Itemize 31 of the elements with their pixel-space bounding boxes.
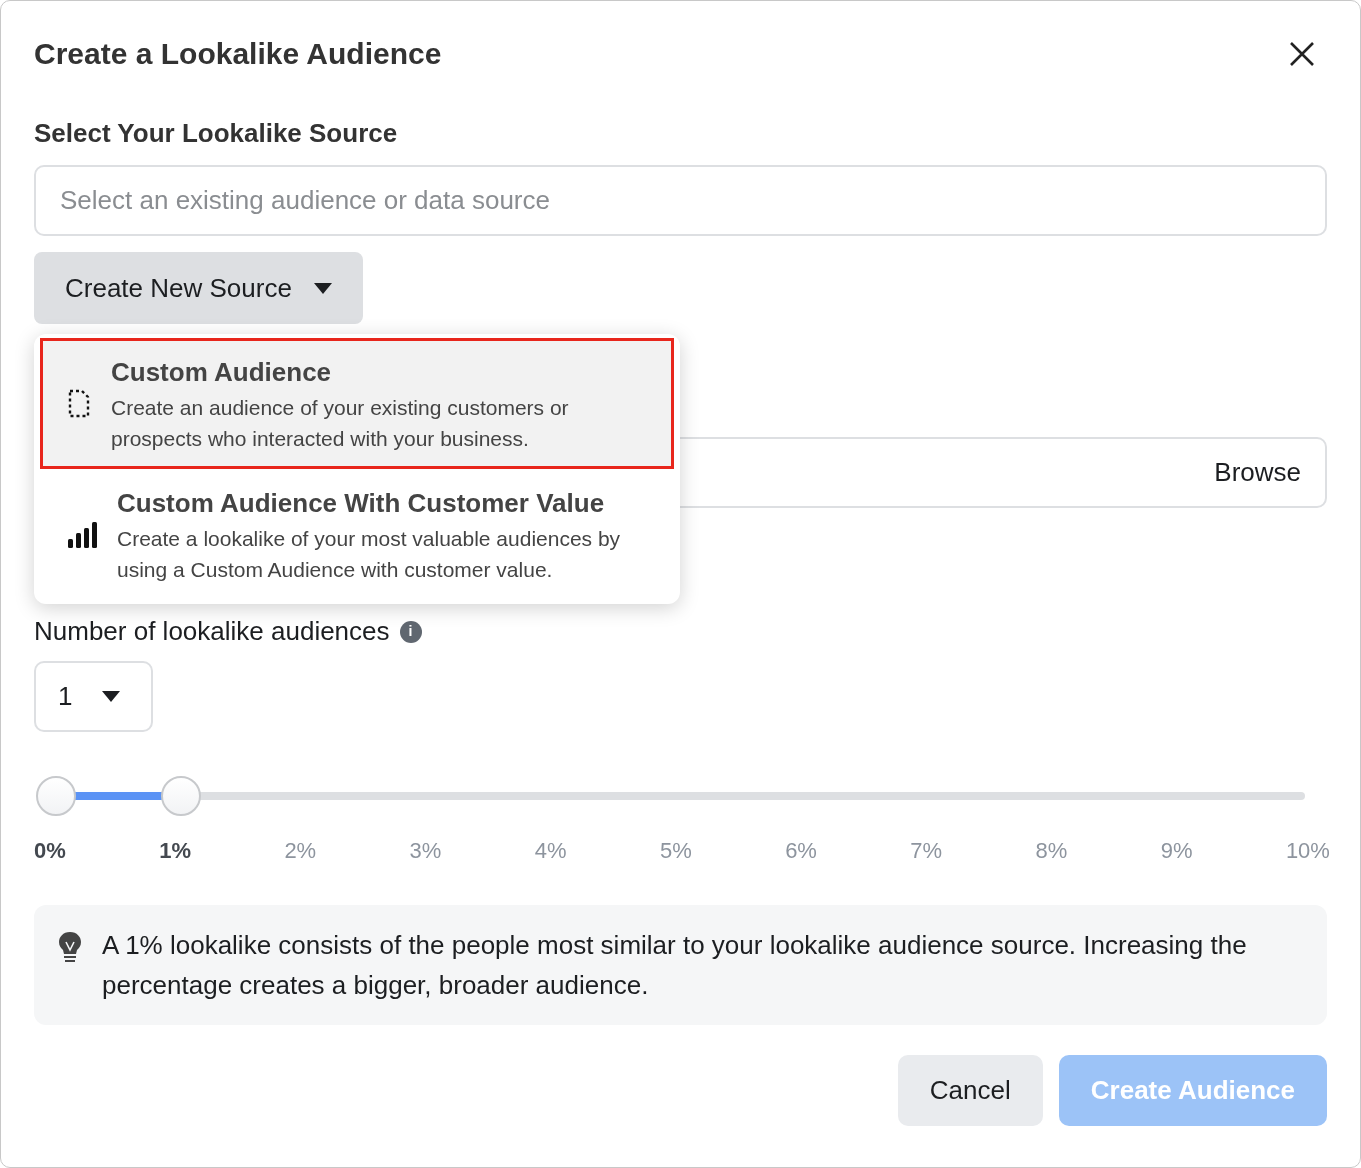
- tick-label: 6%: [785, 837, 817, 865]
- lightbulb-icon: [58, 931, 82, 963]
- tick-label: 1%: [159, 837, 191, 865]
- field-label: Number of lookalike audiences: [34, 615, 390, 648]
- tick-label: 8%: [1035, 837, 1068, 865]
- menu-item[interactable]: Custom Audience Create an audience of your existing customers or prospects who interacted with your business.: [40, 338, 674, 469]
- tick-label: 0%: [34, 837, 66, 865]
- cancel-button[interactable]: Cancel: [897, 1055, 1043, 1126]
- bar-chart-icon: [67, 521, 97, 548]
- tick-label: 10%: [1285, 837, 1330, 865]
- tick-label: 5%: [659, 837, 692, 865]
- tick-label: 3%: [409, 837, 442, 865]
- tick-label: 9%: [1160, 837, 1193, 865]
- tick-label: 4%: [534, 837, 567, 865]
- tick-label: 2%: [284, 837, 317, 865]
- section-label: Select Your Lookalike Source: [34, 117, 399, 150]
- slider-handle[interactable]: [36, 776, 76, 816]
- caret-icon: [313, 282, 332, 294]
- document-icon: [67, 388, 91, 419]
- menu-item-description: Create a lookalike of your most valuable audiences by using a Custom Audience with customer value.: [117, 526, 622, 583]
- create-source-dropdown[interactable]: Create New Source: [34, 252, 363, 324]
- tick-label: 7%: [910, 837, 943, 865]
- tip-text: A 1% lookalike consists of the people most similar to your lookalike audience source. Increasing the percentage creates a bigger, broader audience.: [102, 929, 1248, 1002]
- info-badge[interactable]: i: [399, 620, 422, 643]
- browse-link[interactable]: Browse: [1214, 453, 1301, 492]
- dialog-title: Create a Lookalike Audience: [34, 36, 442, 72]
- slider-handle[interactable]: [160, 776, 201, 816]
- source-field[interactable]: Select an existing audience or data source: [34, 165, 1327, 236]
- menu-item-title: Custom Audience: [111, 356, 333, 389]
- count-select[interactable]: 1: [34, 661, 153, 732]
- caret-icon: [102, 691, 121, 702]
